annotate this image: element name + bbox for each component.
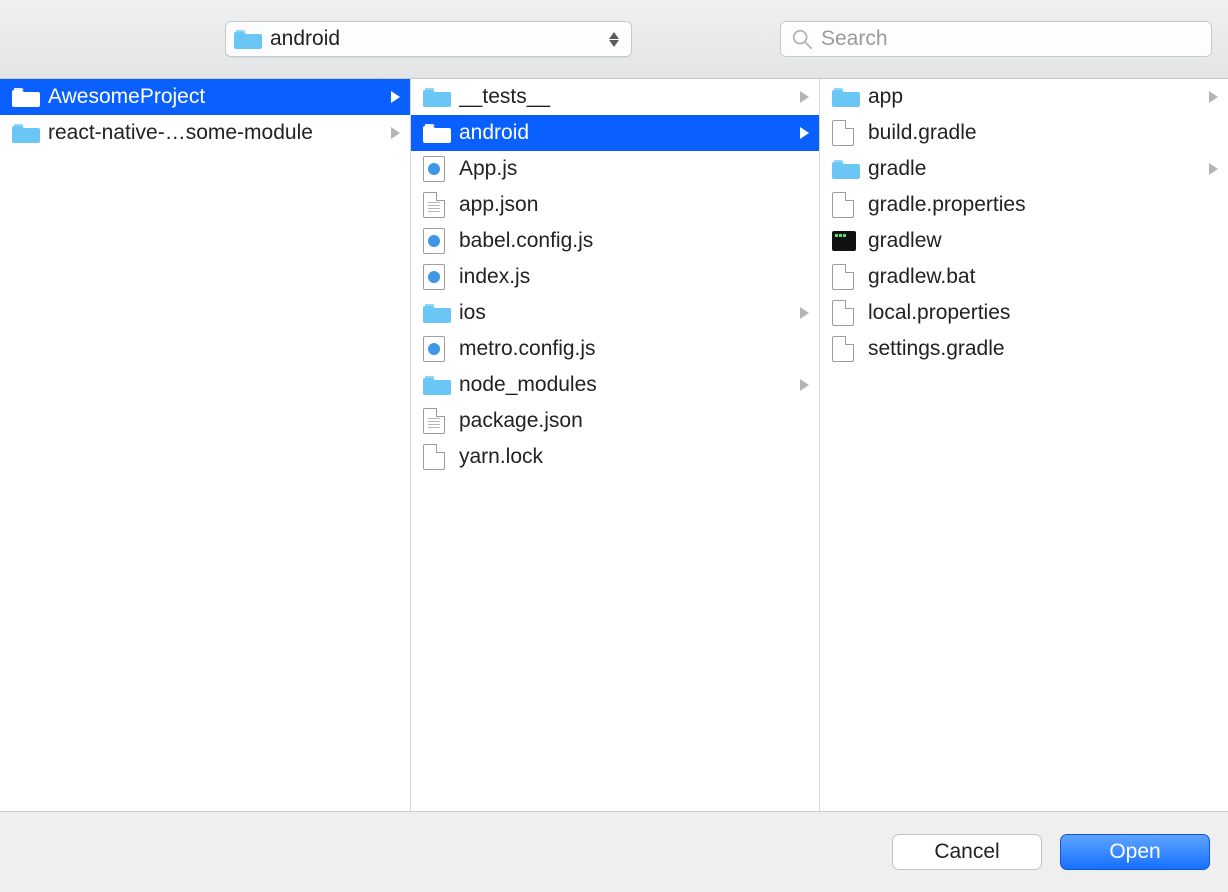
file-icon [832, 193, 860, 217]
file-name: local.properties [868, 301, 1206, 325]
file-row[interactable]: local.properties [820, 295, 1228, 331]
file-row[interactable]: yarn.lock [411, 439, 819, 475]
chevron-right-icon [388, 91, 402, 103]
folder-icon [12, 85, 40, 109]
file-icon [832, 265, 860, 289]
file-name: yarn.lock [459, 445, 797, 469]
folder-icon [423, 373, 451, 397]
text-file-icon [423, 409, 451, 433]
file-row[interactable]: android [411, 115, 819, 151]
file-row[interactable]: index.js [411, 259, 819, 295]
file-row[interactable]: ios [411, 295, 819, 331]
file-name: gradlew.bat [868, 265, 1206, 289]
file-name: index.js [459, 265, 797, 289]
path-popup-button[interactable]: android [225, 21, 632, 57]
cancel-button[interactable]: Cancel [892, 834, 1042, 870]
chevron-right-icon [388, 127, 402, 139]
chevron-right-icon [797, 127, 811, 139]
folder-icon [12, 121, 40, 145]
file-name: App.js [459, 157, 797, 181]
file-row[interactable]: build.gradle [820, 115, 1228, 151]
file-row[interactable]: node_modules [411, 367, 819, 403]
file-icon [832, 121, 860, 145]
file-name: gradle.properties [868, 193, 1206, 217]
file-name: AwesomeProject [48, 85, 388, 109]
file-icon [832, 337, 860, 361]
chevron-right-icon [797, 91, 811, 103]
open-button[interactable]: Open [1060, 834, 1210, 870]
file-row[interactable]: App.js [411, 151, 819, 187]
file-row[interactable]: gradlew.bat [820, 259, 1228, 295]
file-icon [832, 301, 860, 325]
toolbar: android [0, 0, 1228, 79]
file-icon [423, 445, 451, 469]
folder-icon [234, 28, 262, 50]
file-name: android [459, 121, 797, 145]
js-file-icon [423, 337, 451, 361]
js-file-icon [423, 265, 451, 289]
footer: Cancel Open [0, 811, 1228, 892]
file-name: gradle [868, 157, 1206, 181]
js-file-icon [423, 229, 451, 253]
column-1[interactable]: AwesomeProject react-native-…some-module [0, 79, 411, 811]
chevron-right-icon [797, 379, 811, 391]
file-row[interactable]: metro.config.js [411, 331, 819, 367]
column-browser: AwesomeProjectreact-native-…some-module … [0, 79, 1228, 811]
file-name: babel.config.js [459, 229, 797, 253]
chevron-right-icon [1206, 91, 1220, 103]
file-name: app [868, 85, 1206, 109]
file-row[interactable]: gradle [820, 151, 1228, 187]
path-label: android [270, 27, 605, 51]
search-icon [791, 28, 813, 50]
column-2[interactable]: __tests__android App.js app.json babel.conf… [411, 79, 820, 811]
folder-icon [423, 85, 451, 109]
file-name: metro.config.js [459, 337, 797, 361]
folder-icon [423, 121, 451, 145]
file-name: settings.gradle [868, 337, 1206, 361]
file-name: ios [459, 301, 797, 325]
file-name: build.gradle [868, 121, 1206, 145]
chevron-right-icon [797, 307, 811, 319]
file-name: app.json [459, 193, 797, 217]
file-name: react-native-…some-module [48, 121, 388, 145]
file-row[interactable]: app [820, 79, 1228, 115]
column-3[interactable]: app build.gradle gradle gradle.properties gr… [820, 79, 1228, 811]
file-row[interactable]: gradle.properties [820, 187, 1228, 223]
file-row[interactable]: app.json [411, 187, 819, 223]
file-name: package.json [459, 409, 797, 433]
file-name: gradlew [868, 229, 1206, 253]
file-row[interactable]: react-native-…some-module [0, 115, 410, 151]
stepper-icon [605, 32, 623, 47]
file-name: node_modules [459, 373, 797, 397]
chevron-right-icon [1206, 163, 1220, 175]
js-file-icon [423, 157, 451, 181]
file-row[interactable]: __tests__ [411, 79, 819, 115]
file-name: __tests__ [459, 85, 797, 109]
executable-file-icon [832, 229, 860, 253]
file-row[interactable]: AwesomeProject [0, 79, 410, 115]
folder-icon [423, 301, 451, 325]
folder-icon [832, 157, 860, 181]
search-field[interactable] [780, 21, 1212, 57]
folder-icon [832, 85, 860, 109]
file-row[interactable]: settings.gradle [820, 331, 1228, 367]
search-input[interactable] [821, 27, 1201, 51]
file-row[interactable]: gradlew [820, 223, 1228, 259]
file-row[interactable]: package.json [411, 403, 819, 439]
text-file-icon [423, 193, 451, 217]
file-row[interactable]: babel.config.js [411, 223, 819, 259]
